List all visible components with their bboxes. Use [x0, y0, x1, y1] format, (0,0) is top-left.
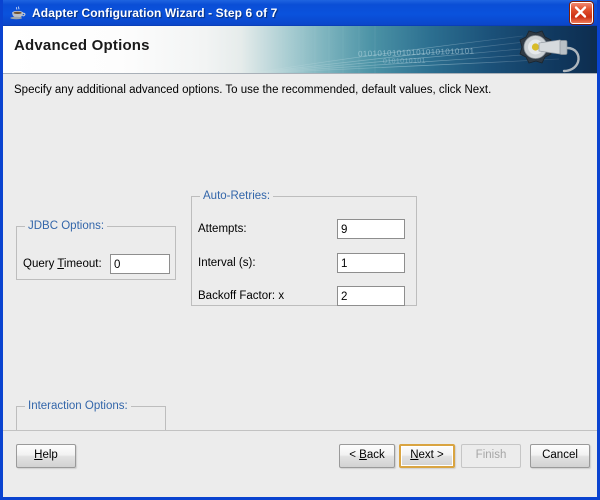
- attempts-label: Attempts:: [198, 223, 247, 235]
- wizard-content-panel: Specify any additional advanced options.…: [3, 74, 597, 479]
- page-title: Advanced Options: [14, 37, 150, 54]
- jdbc-options-group-title: JDBC Options:: [25, 220, 108, 232]
- interaction-options-group-title: Interaction Options:: [25, 400, 131, 412]
- window-titlebar[interactable]: Adapter Configuration Wizard - Step 6 of…: [3, 0, 597, 26]
- auto-retries-group-title: Auto-Retries:: [200, 190, 274, 202]
- finish-button: Finish: [461, 444, 521, 468]
- help-button[interactable]: Help: [16, 444, 76, 468]
- back-button[interactable]: < Back: [339, 444, 395, 468]
- interval-input[interactable]: [337, 253, 405, 273]
- cancel-button[interactable]: Cancel: [530, 444, 590, 468]
- attempts-input[interactable]: [337, 219, 405, 239]
- wizard-header-banner: 010101010101010101010101 0101010101 Adva…: [3, 26, 597, 74]
- close-icon[interactable]: [570, 2, 593, 24]
- interval-label: Interval (s):: [198, 257, 256, 269]
- next-button[interactable]: Next >: [399, 444, 455, 468]
- coffee-cup-icon: [9, 4, 27, 22]
- backoff-factor-label: Backoff Factor: x: [198, 290, 285, 302]
- adapter-configuration-wizard-window: Adapter Configuration Wizard - Step 6 of…: [0, 0, 600, 500]
- backoff-factor-input[interactable]: [337, 286, 405, 306]
- query-timeout-input[interactable]: [110, 254, 170, 274]
- instruction-text: Specify any additional advanced options.…: [14, 84, 492, 96]
- wizard-button-bar: Help < Back Next > Finish Cancel: [3, 430, 597, 479]
- query-timeout-label: Query Timeout:: [23, 258, 102, 270]
- window-title: Adapter Configuration Wizard - Step 6 of…: [32, 6, 278, 20]
- gear-plug-icon: [519, 30, 580, 73]
